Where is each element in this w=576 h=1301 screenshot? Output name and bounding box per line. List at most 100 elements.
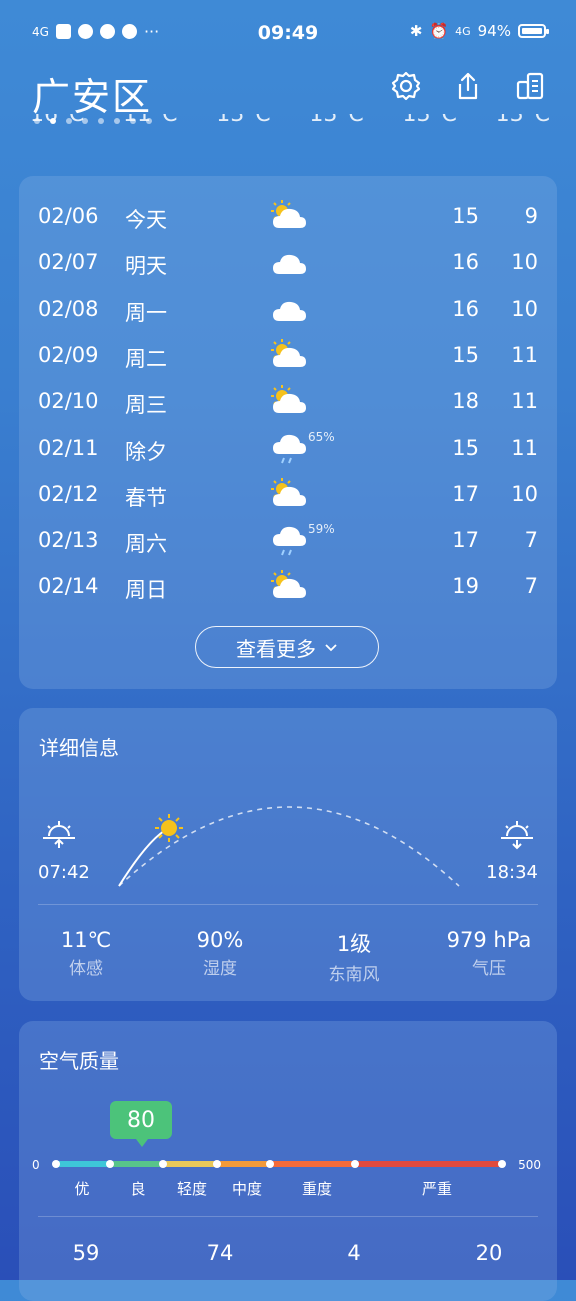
status-bar: 4G ··· 09:49 ✱ ⏰ 4G 94% — [0, 0, 576, 66]
forecast-day: 周日 — [125, 578, 167, 603]
forecast-high: 15 — [452, 435, 479, 460]
forecast-row[interactable]: 02/06 今天 15 9 — [19, 194, 557, 240]
city-name[interactable]: 广安区 — [32, 66, 152, 121]
forecast-day: 周六 — [125, 532, 167, 557]
detail-stat-value: 11℃ — [60, 928, 112, 952]
partly-cloudy-icon — [271, 338, 306, 367]
page-dot — [146, 118, 152, 124]
forecast-low: 10 — [511, 250, 538, 275]
forecast-low: 7 — [524, 528, 538, 553]
city-list-icon[interactable] — [514, 70, 546, 102]
forecast-row[interactable]: 02/12 春节 17 10 — [19, 472, 557, 518]
pollutant-value: 20 — [475, 1241, 503, 1265]
forecast-row[interactable]: 02/10 周三 18 11 — [19, 379, 557, 425]
header: 广安区 — [0, 62, 576, 122]
detail-stat: 90% 湿度 — [155, 928, 285, 979]
aqi-level-label: 严重 — [421, 1180, 453, 1198]
air-quality-card[interactable]: 空气质量 80 0 500 优 良 轻度 中度 重度 严重 59 74 4 20 — [19, 1021, 557, 1301]
alarm-icon: ⏰ — [429, 22, 449, 40]
partly-cloudy-icon — [271, 200, 306, 228]
settings-icon[interactable] — [390, 70, 422, 102]
forecast-row[interactable]: 02/08 周一 16 10 — [19, 287, 557, 333]
detail-stat: 11℃ 体感 — [21, 928, 151, 979]
page-dot — [114, 118, 120, 124]
forecast-low: 11 — [511, 389, 538, 414]
see-more-button[interactable]: 查看更多 — [195, 626, 379, 668]
forecast-date: 02/06 — [38, 204, 99, 228]
forecast-high: 17 — [452, 481, 479, 506]
cloudy-icon — [273, 255, 306, 275]
forecast-date: 02/13 — [38, 528, 99, 553]
partly-cloudy-icon — [271, 570, 306, 599]
forecast-card: 02/06 今天 15 9 02/07 明天 16 10 02/08 周一 16 10 02/09 周二 1… — [19, 176, 557, 689]
forecast-date: 02/07 — [38, 250, 99, 275]
forecast-high: 16 — [452, 250, 479, 275]
aqi-level-label: 良 — [130, 1180, 146, 1198]
details-title: 详细信息 — [39, 736, 119, 760]
forecast-day: 周三 — [125, 393, 167, 418]
share-icon[interactable] — [452, 70, 484, 102]
sunrise-time: 07:42 — [38, 862, 90, 883]
page-dot — [66, 118, 72, 124]
battery-icon — [518, 24, 549, 38]
air-quality-title: 空气质量 — [39, 1049, 119, 1073]
detail-stat: 1级 东南风 — [289, 928, 419, 985]
sun-position-icon — [155, 814, 183, 842]
forecast-low: 11 — [511, 342, 538, 367]
aqi-level-label: 中度 — [231, 1180, 263, 1198]
page-dot — [98, 118, 104, 124]
forecast-row[interactable]: 02/09 周二 15 11 — [19, 333, 557, 379]
pollutant-value: 74 — [206, 1241, 234, 1265]
sun-arc — [118, 806, 460, 887]
sunrise-icon — [43, 821, 75, 848]
partly-cloudy-icon — [271, 385, 306, 414]
aqi-scale-tick — [52, 1160, 60, 1168]
bluetooth-icon: ✱ — [409, 22, 423, 40]
cloudy-icon — [273, 301, 306, 321]
detail-stat: 979 hPa 气压 — [424, 928, 554, 979]
forecast-date: 02/10 — [38, 389, 99, 414]
aqi-level-label: 优 — [74, 1180, 90, 1198]
forecast-high: 15 — [452, 204, 479, 228]
forecast-high: 16 — [452, 296, 479, 321]
aqi-scale-tick — [159, 1160, 168, 1168]
aqi-scale-min: 0 — [32, 1158, 40, 1172]
chevron-down-icon — [325, 644, 337, 652]
forecast-day: 周二 — [125, 346, 167, 371]
forecast-day: 周一 — [125, 300, 167, 325]
aqi-level-label: 重度 — [301, 1180, 333, 1198]
forecast-low: 10 — [511, 481, 538, 506]
detail-stat-label: 东南风 — [328, 965, 380, 985]
pollutant-value: 59 — [72, 1241, 100, 1265]
precip-probability: 65% — [308, 429, 335, 444]
light-rain-icon — [273, 526, 306, 556]
battery-percent: 94% — [477, 22, 511, 40]
aqi-scale-tick — [350, 1160, 359, 1168]
details-divider — [38, 904, 538, 905]
forecast-low: 9 — [524, 204, 538, 228]
forecast-day: 明天 — [125, 254, 167, 279]
page-indicator — [34, 118, 152, 124]
forecast-row[interactable]: 02/11 除夕 65% 15 11 — [19, 426, 557, 472]
forecast-date: 02/08 — [38, 296, 99, 321]
aqi-scale-tick — [266, 1160, 275, 1168]
forecast-date: 02/12 — [38, 481, 99, 506]
forecast-row[interactable]: 02/13 周六 59% 17 7 — [19, 518, 557, 564]
aqi-scale-tick — [498, 1160, 506, 1168]
forecast-low: 10 — [511, 296, 538, 321]
aqi-scale-bar — [52, 1160, 506, 1168]
detail-stat-label: 体感 — [69, 959, 103, 979]
forecast-high: 18 — [452, 389, 479, 414]
light-rain-icon — [273, 434, 306, 463]
forecast-high: 19 — [452, 574, 479, 599]
forecast-day: 春节 — [125, 485, 167, 510]
pollutant-value: 4 — [347, 1241, 361, 1265]
forecast-high: 17 — [452, 528, 479, 553]
forecast-row[interactable]: 02/14 周日 19 7 — [19, 564, 557, 610]
detail-stat-value: 90% — [196, 928, 244, 952]
forecast-low: 11 — [511, 435, 538, 460]
forecast-date: 02/11 — [38, 435, 99, 460]
precip-probability: 59% — [308, 522, 335, 537]
forecast-row[interactable]: 02/07 明天 16 10 — [19, 240, 557, 286]
sunset-icon — [501, 821, 533, 850]
